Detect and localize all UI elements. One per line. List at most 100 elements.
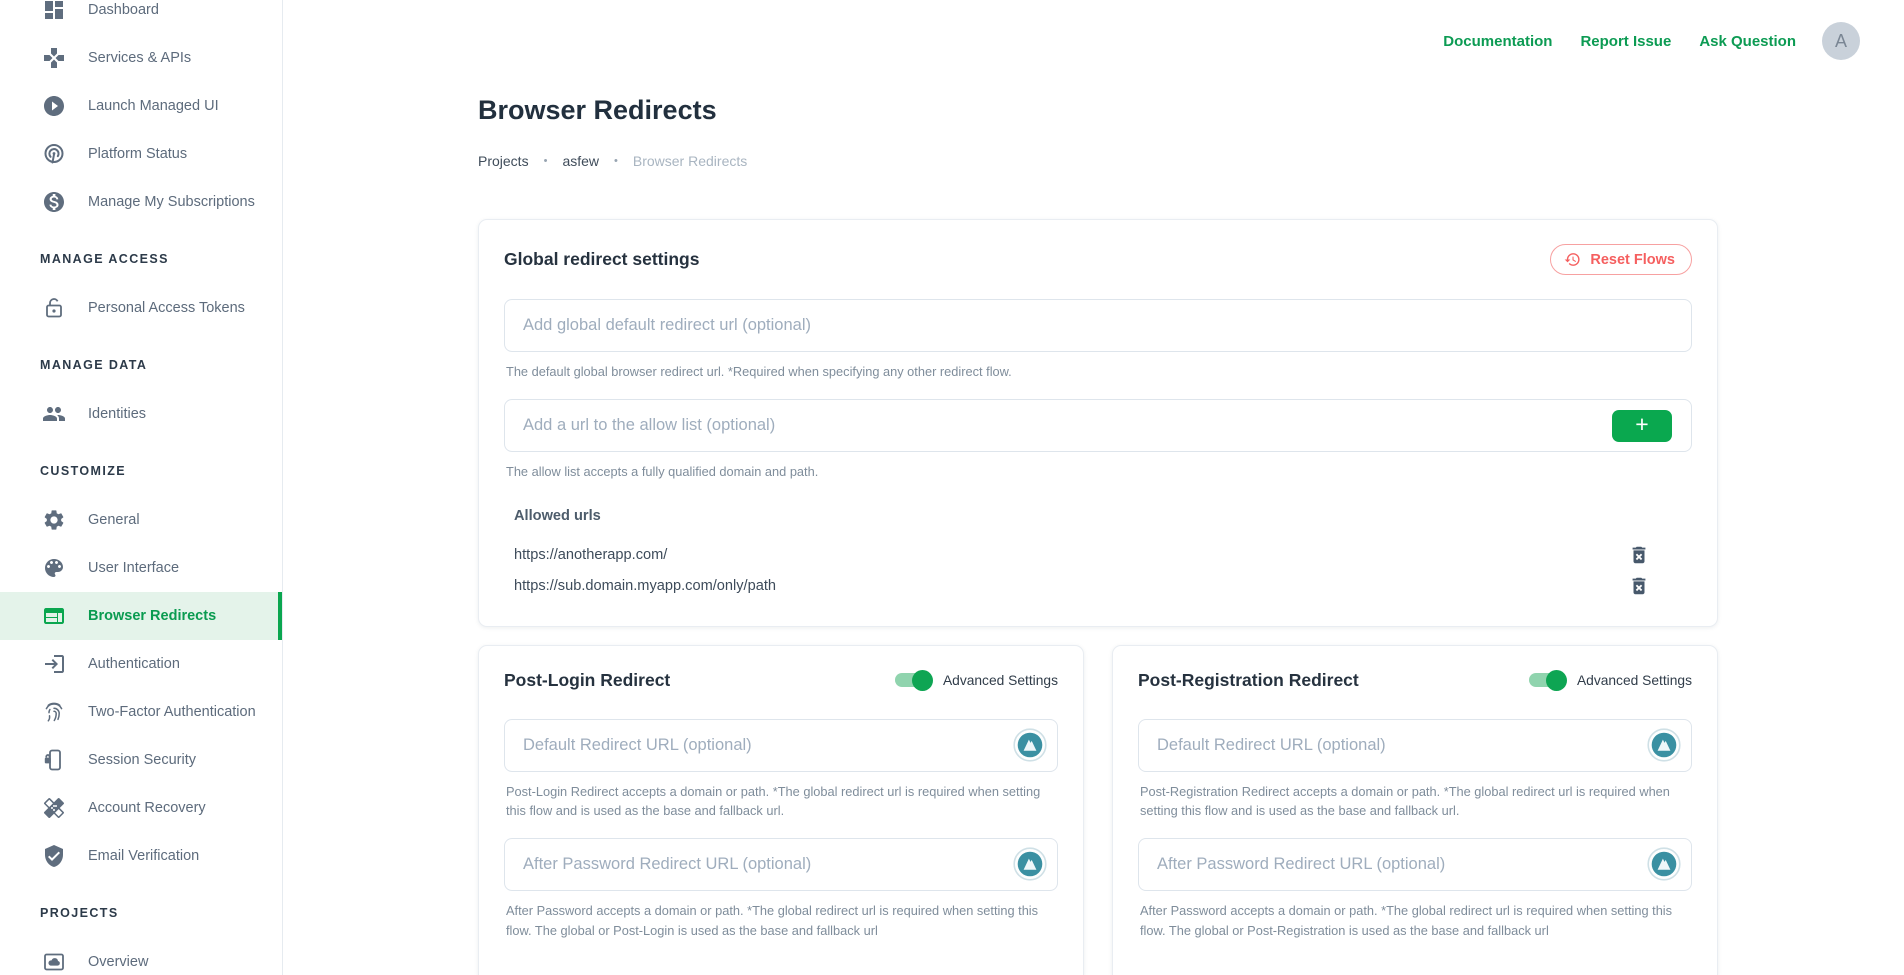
post-login-default-redirect-input[interactable] — [504, 719, 1058, 772]
global-card-title: Global redirect settings — [504, 249, 699, 270]
sidebar-item-label: Authentication — [88, 657, 180, 672]
sidebar-item-identities[interactable]: Identities — [0, 390, 282, 438]
sidebar-item-label: Launch Managed UI — [88, 99, 219, 114]
url-variable-icon[interactable] — [1647, 847, 1681, 881]
cloud-box-icon — [42, 950, 66, 974]
sidebar-item-label: General — [88, 513, 140, 528]
post-login-card-title: Post-Login Redirect — [504, 670, 670, 691]
dashboard-icon — [42, 0, 66, 22]
sidebar-item-label: Account Recovery — [88, 801, 206, 816]
delete-url-button[interactable] — [1628, 544, 1650, 566]
delete-url-button[interactable] — [1628, 575, 1650, 597]
sidebar-item-browser-redirects[interactable]: Browser Redirects — [0, 592, 282, 640]
sidebar-item-overview[interactable]: Overview — [0, 938, 282, 975]
global-default-redirect-url-input[interactable] — [504, 299, 1692, 352]
sidebar-section-projects: PROJECTS — [0, 898, 282, 928]
breadcrumb-separator: • — [544, 155, 548, 167]
lock-icon — [42, 296, 66, 320]
sidebar-item-account-recovery[interactable]: Account Recovery — [0, 784, 282, 832]
toggle-switch-on[interactable] — [1529, 673, 1564, 687]
post-login-after-password-input[interactable] — [504, 838, 1058, 891]
topbar: Documentation Report Issue Ask Question … — [1443, 22, 1860, 60]
sidebar-item-services-apis[interactable]: Services & APIs — [0, 34, 282, 82]
documentation-link[interactable]: Documentation — [1443, 33, 1552, 50]
allowed-url-row: https://sub.domain.myapp.com/only/path — [514, 571, 1682, 602]
sidebar-section-manage-access: MANAGE ACCESS — [0, 244, 282, 274]
post-registration-after-password-input[interactable] — [1138, 838, 1692, 891]
gear-icon — [42, 508, 66, 532]
allowed-urls-title: Allowed urls — [514, 508, 1682, 524]
allowed-urls-section: Allowed urls https://anotherapp.com/ htt… — [504, 508, 1692, 602]
toggle-label: Advanced Settings — [943, 673, 1058, 688]
url-variable-icon[interactable] — [1647, 728, 1681, 762]
sidebar-item-label: User Interface — [88, 561, 179, 576]
sidebar-item-dashboard[interactable]: Dashboard — [0, 0, 282, 34]
people-icon — [42, 402, 66, 426]
subscriptions-dollar-icon — [42, 190, 66, 214]
toggle-label: Advanced Settings — [1577, 673, 1692, 688]
breadcrumb-current: Browser Redirects — [633, 153, 747, 169]
sidebar-item-general[interactable]: General — [0, 496, 282, 544]
post-registration-default-helper: Post-Registration Redirect accepts a dom… — [1140, 782, 1690, 822]
advanced-settings-toggle[interactable]: Advanced Settings — [1529, 673, 1692, 688]
url-variable-icon[interactable] — [1013, 847, 1047, 881]
sidebar-item-email-verification[interactable]: Email Verification — [0, 832, 282, 880]
post-login-redirect-card: Post-Login Redirect Advanced Settings Po… — [478, 645, 1084, 975]
sidebar: Dashboard Services & APIs Launch Managed… — [0, 0, 283, 975]
phone-lock-icon — [42, 748, 66, 772]
sidebar-item-two-factor-authentication[interactable]: Two-Factor Authentication — [0, 688, 282, 736]
browser-window-icon — [42, 604, 66, 628]
sidebar-item-user-interface[interactable]: User Interface — [0, 544, 282, 592]
reset-flows-button[interactable]: Reset Flows — [1550, 244, 1692, 275]
toggle-switch-on[interactable] — [895, 673, 930, 687]
sidebar-item-label: Two-Factor Authentication — [88, 705, 256, 720]
allowed-url-row: https://anotherapp.com/ — [514, 540, 1682, 571]
sidebar-section-customize: CUSTOMIZE — [0, 456, 282, 486]
sidebar-section-manage-data: MANAGE DATA — [0, 350, 282, 380]
report-issue-link[interactable]: Report Issue — [1580, 33, 1671, 50]
palette-icon — [42, 556, 66, 580]
fingerprint-icon — [42, 700, 66, 724]
main-content: Documentation Report Issue Ask Question … — [283, 0, 1904, 975]
allowed-url-text: https://anotherapp.com/ — [514, 547, 667, 563]
sidebar-item-label: Dashboard — [88, 3, 159, 18]
sidebar-item-authentication[interactable]: Authentication — [0, 640, 282, 688]
sidebar-item-label: Overview — [88, 955, 148, 970]
platform-status-icon — [42, 142, 66, 166]
advanced-settings-toggle[interactable]: Advanced Settings — [895, 673, 1058, 688]
breadcrumb-separator: • — [614, 155, 618, 167]
ask-question-link[interactable]: Ask Question — [1699, 33, 1796, 50]
url-variable-icon[interactable] — [1013, 728, 1047, 762]
sidebar-item-label: Browser Redirects — [88, 609, 216, 624]
sidebar-item-launch-managed-ui[interactable]: Launch Managed UI — [0, 82, 282, 130]
sidebar-item-label: Manage My Subscriptions — [88, 195, 255, 210]
post-registration-default-redirect-input[interactable] — [1138, 719, 1692, 772]
services-apis-icon — [42, 46, 66, 70]
sidebar-nav: Dashboard Services & APIs Launch Managed… — [0, 0, 282, 975]
shield-check-icon — [42, 844, 66, 868]
breadcrumb-project-name[interactable]: asfew — [562, 153, 599, 169]
avatar[interactable]: A — [1822, 22, 1860, 60]
allowed-url-text: https://sub.domain.myapp.com/only/path — [514, 578, 776, 594]
sidebar-item-personal-access-tokens[interactable]: Personal Access Tokens — [0, 284, 282, 332]
reset-flows-label: Reset Flows — [1590, 252, 1675, 268]
sidebar-item-label: Services & APIs — [88, 51, 191, 66]
add-allow-url-button[interactable]: + — [1612, 410, 1672, 442]
post-registration-after-password-helper: After Password accepts a domain or path.… — [1140, 901, 1690, 941]
breadcrumb: Projects • asfew • Browser Redirects — [478, 153, 1718, 169]
post-login-default-helper: Post-Login Redirect accepts a domain or … — [506, 782, 1056, 822]
post-login-after-password-helper: After Password accepts a domain or path.… — [506, 901, 1056, 941]
breadcrumb-projects[interactable]: Projects — [478, 153, 529, 169]
sidebar-item-label: Session Security — [88, 753, 196, 768]
sidebar-item-session-security[interactable]: Session Security — [0, 736, 282, 784]
post-registration-redirect-card: Post-Registration Redirect Advanced Sett… — [1112, 645, 1718, 975]
sidebar-item-platform-status[interactable]: Platform Status — [0, 130, 282, 178]
sidebar-item-label: Personal Access Tokens — [88, 301, 245, 316]
allow-list-helper: The allow list accepts a fully qualified… — [506, 462, 1690, 482]
allow-list-url-input[interactable] — [504, 399, 1692, 452]
post-registration-card-title: Post-Registration Redirect — [1138, 670, 1359, 691]
history-icon — [1564, 251, 1581, 268]
global-default-helper: The default global browser redirect url.… — [506, 362, 1690, 382]
global-redirect-settings-card: Global redirect settings Reset Flows The… — [478, 219, 1718, 627]
sidebar-item-manage-my-subscriptions[interactable]: Manage My Subscriptions — [0, 178, 282, 226]
